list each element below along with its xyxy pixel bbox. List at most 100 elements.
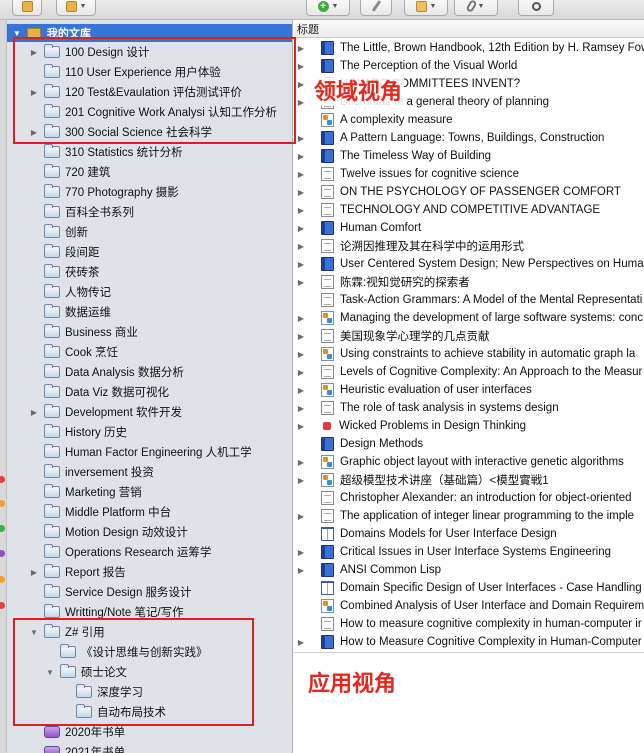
list-item[interactable]: ▶ Graphic object layout with interactive … <box>294 453 644 471</box>
list-item[interactable]: ▶ 超级模型技术讲座（基础篇）<模型實戦1 <box>294 471 644 489</box>
collapsed-triangle-icon[interactable]: ▶ <box>294 512 308 521</box>
list-item[interactable]: Domains Models for User Interface Design <box>294 525 644 543</box>
sidebar-item[interactable]: ▶ 120 Test&Evaulation 评估测试评价 <box>29 82 242 102</box>
list-item[interactable]: Domain Specific Design of User Interface… <box>294 579 644 597</box>
list-item[interactable]: Combined Analysis of User Interface and … <box>294 597 644 615</box>
collapsed-triangle-icon[interactable]: ▶ <box>294 368 308 377</box>
sidebar-item[interactable]: Writting/Note 笔记/写作 <box>29 602 184 622</box>
collapsed-triangle-icon[interactable]: ▶ <box>294 98 308 107</box>
sidebar-item[interactable]: 310 Statistics 统计分析 <box>29 142 183 162</box>
add-by-identifier-button[interactable] <box>360 0 392 16</box>
sidebar-item[interactable]: Motion Design 动效设计 <box>29 522 188 542</box>
list-item[interactable]: ▶ Using constraints to achieve stability … <box>294 345 644 363</box>
list-item[interactable]: ▶ Twelve issues for cognitive science <box>294 165 644 183</box>
collapsed-triangle-icon[interactable]: ▶ <box>294 62 308 71</box>
sidebar-item[interactable]: inversement 投资 <box>29 462 154 482</box>
collapsed-triangle-icon[interactable]: ▶ <box>294 206 308 215</box>
sidebar-item[interactable]: 百科全书系列 <box>29 202 134 222</box>
collapsed-triangle-icon[interactable]: ▶ <box>294 260 308 269</box>
sidebar-item[interactable]: ▶ Report 报告 <box>29 562 126 582</box>
sidebar-item[interactable]: 人物传记 <box>29 282 111 302</box>
list-item[interactable]: ▶ How to Measure Cognitive Complexity in … <box>294 633 644 651</box>
collapsed-triangle-icon[interactable]: ▶ <box>294 152 308 161</box>
list-item[interactable]: ▶ User Centered System Design; New Perspe… <box>294 255 644 273</box>
new-note-button[interactable]: ▼ <box>404 0 448 16</box>
list-item[interactable]: ▶ ON THE PSYCHOLOGY OF PASSENGER COMFORT <box>294 183 644 201</box>
collapsed-triangle-icon[interactable]: ▶ <box>294 314 308 323</box>
search-button[interactable] <box>518 0 554 16</box>
collapsed-triangle-icon[interactable]: ▶ <box>294 242 308 251</box>
expanded-triangle-icon[interactable]: ▼ <box>29 628 39 637</box>
list-item[interactable]: ▶ 陈霖:视知觉研究的探索者 <box>294 273 644 291</box>
sidebar-item[interactable]: History 历史 <box>29 422 127 442</box>
collapsed-triangle-icon[interactable]: ▶ <box>294 386 308 395</box>
list-item[interactable]: How to measure cognitive complexity in h… <box>294 615 644 633</box>
sidebar-item[interactable]: 201 Cognitive Work Analysi 认知工作分析 <box>29 102 277 122</box>
sidebar-item[interactable]: Business 商业 <box>29 322 138 342</box>
list-item[interactable]: Christopher Alexander: an introduction f… <box>294 489 644 507</box>
list-item[interactable]: ▶ The role of task analysis in systems de… <box>294 399 644 417</box>
list-item[interactable]: ▶ Levels of Cognitive Complexity: An Appr… <box>294 363 644 381</box>
sidebar-item[interactable]: ▼ Z# 引用 <box>29 622 105 642</box>
collapsed-triangle-icon[interactable]: ▶ <box>294 458 308 467</box>
sidebar-item[interactable]: Operations Research 运筹学 <box>29 542 211 562</box>
collapsed-triangle-icon[interactable]: ▶ <box>29 568 39 577</box>
list-item[interactable]: ▶ Wicked Problems in Design Thinking <box>294 417 644 435</box>
list-item[interactable]: ▶ Heuristic evaluation of user interfaces <box>294 381 644 399</box>
expanded-triangle-icon[interactable]: ▼ <box>45 668 55 677</box>
new-item-button[interactable]: + ▼ <box>306 0 350 16</box>
list-item[interactable]: Design Methods <box>294 435 644 453</box>
sidebar-item[interactable]: Human Factor Engineering 人机工学 <box>29 442 252 462</box>
collapsed-triangle-icon[interactable]: ▶ <box>294 476 308 485</box>
column-header-title[interactable]: 标题 <box>294 20 644 38</box>
sidebar-item[interactable]: 自动布局技术 <box>61 702 166 722</box>
collapsed-triangle-icon[interactable]: ▶ <box>294 224 308 233</box>
collapsed-triangle-icon[interactable]: ▶ <box>294 404 308 413</box>
sidebar-item[interactable]: 2021年书单 <box>29 742 125 753</box>
sidebar-item[interactable]: 《设计思维与创新实践》 <box>45 642 208 662</box>
library-row[interactable]: ▼ 我的文库 <box>7 24 292 42</box>
list-item[interactable]: ▶ The Timeless Way of Building <box>294 147 644 165</box>
new-group-menu-button[interactable]: ▼ <box>56 0 96 16</box>
sidebar-item[interactable]: ▶ 300 Social Science 社会科学 <box>29 122 212 142</box>
collapsed-triangle-icon[interactable]: ▶ <box>294 44 308 53</box>
expand-triangle-icon[interactable]: ▼ <box>13 29 21 38</box>
list-item[interactable]: ▶ ANSI Common Lisp <box>294 561 644 579</box>
collapsed-triangle-icon[interactable]: ▶ <box>29 408 39 417</box>
list-item[interactable]: ▶ 美国现象学心理学的几点贡献 <box>294 327 644 345</box>
collapsed-triangle-icon[interactable]: ▶ <box>294 188 308 197</box>
sidebar-item[interactable]: Data Analysis 数据分析 <box>29 362 184 382</box>
list-item[interactable]: Task-Action Grammars: A Model of the Men… <box>294 291 644 309</box>
list-item[interactable]: ▶ A Pattern Language: Towns, Buildings, C… <box>294 129 644 147</box>
sidebar-item[interactable]: Marketing 营销 <box>29 482 142 502</box>
list-item[interactable]: ▶ Managing the development of large softw… <box>294 309 644 327</box>
collapsed-triangle-icon[interactable]: ▶ <box>294 566 308 575</box>
collapsed-triangle-icon[interactable]: ▶ <box>294 170 308 179</box>
sidebar-item[interactable]: 2020年书单 <box>29 722 125 742</box>
list-item[interactable]: ▶ Critical Issues in User Interface Syste… <box>294 543 644 561</box>
sidebar-item[interactable]: Data Viz 数据可视化 <box>29 382 169 402</box>
collapsed-triangle-icon[interactable]: ▶ <box>294 332 308 341</box>
collapsed-triangle-icon[interactable]: ▶ <box>294 638 308 647</box>
collapsed-triangle-icon[interactable]: ▶ <box>294 80 308 89</box>
list-item[interactable]: A complexity measure <box>294 111 644 129</box>
list-item[interactable]: ▶ Human Comfort <box>294 219 644 237</box>
sidebar-item[interactable]: ▼ 硕士论文 <box>45 662 127 682</box>
sidebar-item[interactable]: ▶ Development 软件开发 <box>29 402 182 422</box>
list-item[interactable]: ▶ 论溯因推理及其在科学中的运用形式 <box>294 237 644 255</box>
list-item[interactable]: ▶ The Perception of the Visual World <box>294 57 644 75</box>
collapsed-triangle-icon[interactable]: ▶ <box>294 278 308 287</box>
collapsed-triangle-icon[interactable]: ▶ <box>294 134 308 143</box>
collapsed-triangle-icon[interactable]: ▶ <box>29 128 39 137</box>
sidebar-item[interactable]: 段间距 <box>29 242 100 262</box>
sidebar-item[interactable]: 数据运维 <box>29 302 111 322</box>
sidebar-item[interactable]: 茯砖茶 <box>29 262 100 282</box>
sidebar-item[interactable]: Cook 烹饪 <box>29 342 118 362</box>
sidebar-item[interactable]: Service Design 服务设计 <box>29 582 192 602</box>
sidebar-item[interactable]: 720 建筑 <box>29 162 110 182</box>
list-item[interactable]: ▶ TECHNOLOGY AND COMPETITIVE ADVANTAGE <box>294 201 644 219</box>
new-collection-button[interactable] <box>12 0 42 16</box>
sidebar-item[interactable]: ▶ 100 Design 设计 <box>29 42 149 62</box>
collapsed-triangle-icon[interactable]: ▶ <box>294 350 308 359</box>
sidebar-item[interactable]: 创新 <box>29 222 88 242</box>
